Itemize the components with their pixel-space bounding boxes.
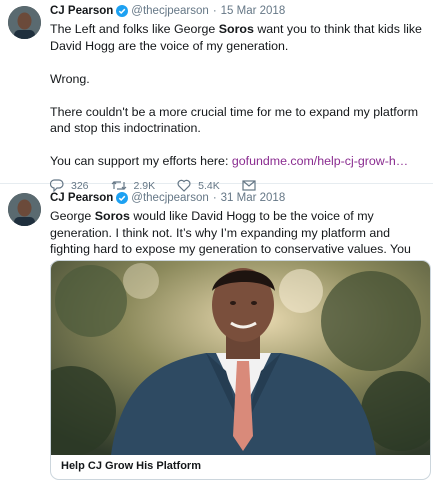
tweet-header: CJ Pearson @thecjpearson · 31 Mar 2018 — [50, 189, 427, 207]
tweet-paragraph: There couldn't be a more crucial time fo… — [50, 104, 422, 136]
card-title: Help CJ Grow His Platform — [61, 460, 201, 472]
card-photo — [51, 261, 430, 455]
avatar[interactable] — [8, 193, 41, 226]
author-handle[interactable]: @thecjpearson — [131, 5, 209, 17]
author-handle[interactable]: @thecjpearson — [131, 192, 209, 204]
separator-dot: · — [212, 5, 217, 17]
tweet-paragraph: Wrong. — [50, 71, 90, 86]
highlighted-term: Soros — [94, 209, 130, 223]
tweet-timestamp[interactable]: 31 Mar 2018 — [221, 192, 286, 204]
tweet-text: The Left and folks like George Soros wan… — [50, 22, 426, 168]
tweet-header: CJ Pearson @thecjpearson · 15 Mar 2018 — [50, 2, 427, 20]
tweet-link[interactable]: gofundme.com/help-cj-grow-h… — [232, 154, 408, 168]
verified-badge-icon — [116, 5, 129, 17]
separator-dot: · — [212, 192, 217, 204]
author-name[interactable]: CJ Pearson — [50, 192, 113, 204]
verified-badge-icon — [116, 192, 129, 204]
tweet[interactable]: CJ Pearson @thecjpearson · 31 Mar 2018 G… — [0, 184, 433, 480]
author-name[interactable]: CJ Pearson — [50, 5, 113, 17]
avatar[interactable] — [8, 6, 41, 39]
tweet[interactable]: CJ Pearson @thecjpearson · 15 Mar 2018 T… — [0, 0, 433, 192]
tweet-timestamp[interactable]: 15 Mar 2018 — [221, 5, 286, 17]
link-preview-card[interactable]: Help CJ Grow His Platform — [50, 260, 431, 480]
tweet-paragraph: You can support my efforts here: — [50, 154, 232, 168]
highlighted-term: Soros — [218, 22, 254, 36]
